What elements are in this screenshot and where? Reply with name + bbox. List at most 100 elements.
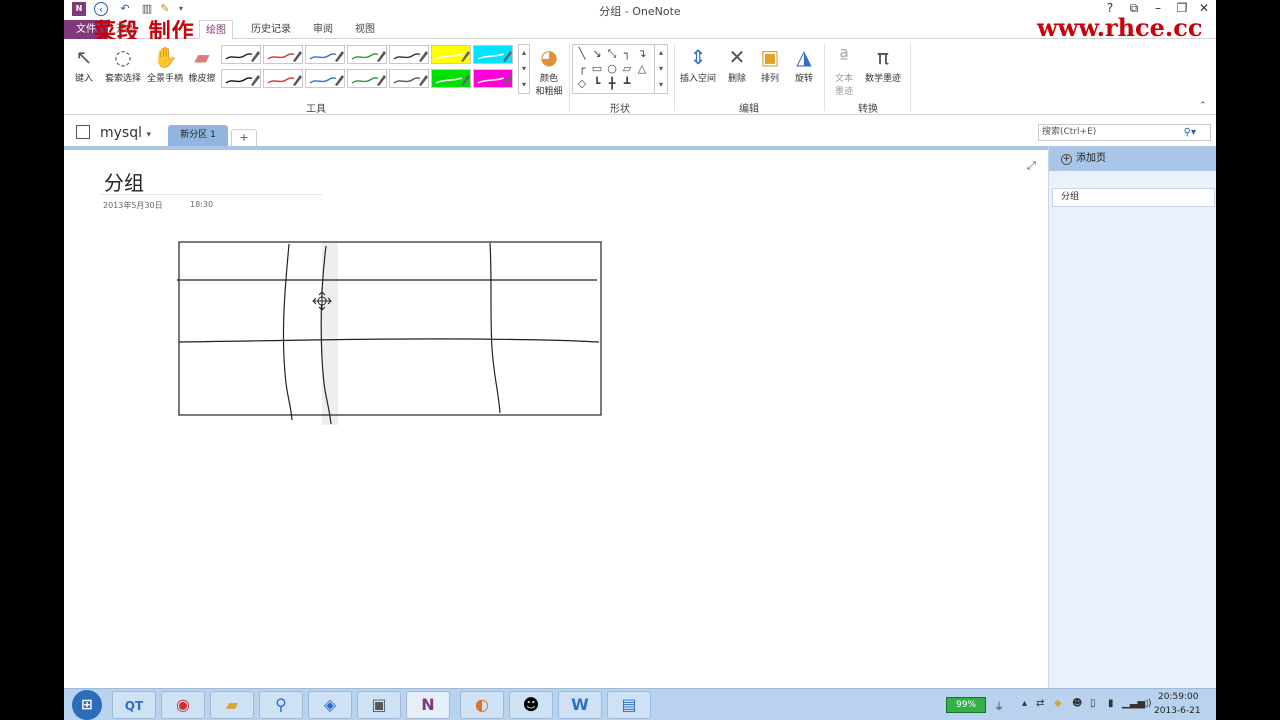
pen-swatch[interactable] <box>305 45 345 64</box>
diamond-shape-icon[interactable]: ◇ <box>575 77 589 90</box>
qq-penguin-icon: ☻ <box>522 695 540 714</box>
taskbar-app-chrome[interactable]: ◉ <box>161 691 205 719</box>
type-button[interactable]: ↖ 键入 <box>68 45 100 84</box>
math-ink-label: 数学墨迹 <box>864 74 901 84</box>
bent-line-shape-icon[interactable]: ┐ <box>620 47 634 60</box>
pen-swatch[interactable] <box>389 45 429 64</box>
taskbar-app-explorer[interactable]: ▰ <box>210 691 254 719</box>
bent-arrow-shape-icon[interactable]: ↴ <box>635 47 649 60</box>
clock-date[interactable]: 2013-6-21 <box>1154 706 1201 716</box>
onenote-icon: N <box>421 695 435 714</box>
highlighter-swatch[interactable] <box>473 45 513 64</box>
parallelogram-shape-icon[interactable]: ▱ <box>620 62 634 75</box>
notebook-name-text: mysql <box>100 125 142 141</box>
search-input[interactable]: 搜索(Ctrl+E) ⚲▾ <box>1038 124 1211 141</box>
type-label: 键入 <box>74 74 93 84</box>
ink-drawing[interactable] <box>174 238 604 428</box>
ink-rectangle <box>178 241 602 416</box>
corner-shape-icon[interactable]: ┌ <box>575 62 589 75</box>
notebook-name[interactable]: mysql ▾ <box>100 125 151 141</box>
folder-icon: ▰ <box>225 695 239 714</box>
shapes-gallery: ╲ ↘ ⤡ ┐ ↴ ┌ ▭ ○ ▱ △ ◇ ┗ ╋ ┻ ▴ ▾ ▾ <box>572 44 668 94</box>
tab-history[interactable]: 历史记录 <box>245 20 297 39</box>
tab-review[interactable]: 审阅 <box>307 20 339 39</box>
tab-view[interactable]: 视图 <box>349 20 381 39</box>
tray-qq-icon[interactable]: ☻ <box>1072 698 1082 709</box>
color-thickness-button[interactable]: ◕ 颜色 和粗细 <box>532 45 566 97</box>
pen-swatch[interactable] <box>305 69 345 88</box>
pen-swatch[interactable] <box>263 69 303 88</box>
onenote-window: N ‹ ↶ ▥ ✎ ▾ 分组 - OneNote ? ⧉ – ❐ ✕ 文件 开始… <box>64 0 1216 720</box>
section-tab-1[interactable]: 新分区 1 <box>168 125 228 146</box>
page-canvas[interactable]: 分组 2013年5月30日 18:30 ⤢ <box>64 150 1048 688</box>
axis-3-shape-icon[interactable]: ┻ <box>620 77 634 90</box>
taskbar-app-onenote[interactable]: N <box>406 691 450 719</box>
page-list-item[interactable]: 分组 <box>1052 188 1215 207</box>
taskbar-app-qq[interactable]: ☻ <box>509 691 553 719</box>
line-shape-icon[interactable]: ╲ <box>575 47 589 60</box>
pen-swatch[interactable] <box>221 69 261 88</box>
triangle-shape-icon[interactable]: △ <box>635 62 649 75</box>
pen-swatch[interactable] <box>221 45 261 64</box>
rectangle-shape-icon[interactable]: ▭ <box>590 62 604 75</box>
add-page-label: 添加页 <box>1076 153 1106 164</box>
full-page-view-icon[interactable]: ⤢ <box>1027 159 1036 173</box>
taskbar-app-recorder[interactable]: ▣ <box>357 691 401 719</box>
pen-swatch[interactable] <box>263 45 303 64</box>
lasso-select-button[interactable]: ◌ 套索选择 <box>100 45 146 84</box>
highlighter-swatch[interactable] <box>431 45 471 64</box>
pan-hand-button[interactable]: ✋ 全景手柄 <box>144 45 186 84</box>
clock-time[interactable]: 20:59:00 <box>1158 692 1198 702</box>
ribbon-draw: ↖ 键入 ◌ 套索选择 ✋ 全景手柄 ▰ 橡皮擦 ▴ ▾ ▾ ◕ 颜色 和粗细 工具… <box>64 39 1216 115</box>
ink-to-text-label-1: 文本 <box>834 74 853 84</box>
volume-icon[interactable]: ◁) <box>1140 698 1152 709</box>
start-button[interactable]: ⊞ <box>72 690 102 720</box>
pen-swatch[interactable] <box>347 45 387 64</box>
delete-label: 删除 <box>727 74 746 84</box>
notebook-bar: mysql ▾ 新分区 1 + 搜索(Ctrl+E) ⚲▾ <box>64 116 1216 146</box>
collapse-ribbon-icon[interactable]: ⌃ <box>1199 101 1207 111</box>
virtualbox-icon: ◈ <box>323 695 337 714</box>
shapes-scroll[interactable]: ▴ ▾ ▾ <box>654 45 667 93</box>
title-underline <box>100 194 322 195</box>
highlighter-swatch[interactable] <box>431 69 471 88</box>
double-arrow-shape-icon[interactable]: ⤡ <box>605 47 619 61</box>
insert-space-button[interactable]: ⇕ 插入空间 <box>676 45 720 84</box>
ellipse-shape-icon[interactable]: ○ <box>605 62 619 75</box>
tray-network-icon[interactable]: ⇄ <box>1036 698 1044 709</box>
taskbar-app-remote[interactable]: ▤ <box>607 691 651 719</box>
axis-2-shape-icon[interactable]: ╋ <box>605 77 619 90</box>
taskbar-app-qt[interactable]: QT <box>112 691 156 719</box>
arrange-label: 排列 <box>760 74 779 84</box>
page-time: 18:30 <box>190 200 214 209</box>
delete-button[interactable]: ✕ 删除 <box>722 45 752 84</box>
tray-app-icon[interactable]: ◆ <box>1054 698 1062 709</box>
battery-indicator[interactable]: 99% <box>946 697 986 713</box>
pen-swatch[interactable] <box>347 69 387 88</box>
add-section-button[interactable]: + <box>231 129 257 146</box>
pen-swatch[interactable] <box>389 69 429 88</box>
rotate-button[interactable]: ◮ 旋转 <box>788 45 820 84</box>
eraser-icon: ▰ <box>194 45 210 69</box>
arrange-button[interactable]: ▣ 排列 <box>754 45 786 84</box>
search-icon[interactable]: ⚲▾ <box>1184 125 1196 140</box>
highlighter-swatch[interactable] <box>473 69 513 88</box>
taskbar-app-virtualbox[interactable]: ◈ <box>308 691 352 719</box>
tray-usb-icon[interactable]: ▯ <box>1090 698 1096 709</box>
eraser-button[interactable]: ▰ 橡皮擦 <box>186 45 218 84</box>
taskbar-app-word[interactable]: W <box>558 691 602 719</box>
color-label-1: 颜色 <box>539 74 558 84</box>
ink-to-text-button[interactable]: ª 文本 墨迹 <box>828 45 860 97</box>
page-title[interactable]: 分组 <box>104 167 144 196</box>
taskbar-app-search[interactable]: ⚲ <box>259 691 303 719</box>
tab-draw[interactable]: 绘图 <box>199 20 233 40</box>
math-ink-button[interactable]: π 数学墨迹 <box>860 45 906 84</box>
tray-security-icon[interactable]: ▮ <box>1108 698 1114 709</box>
pen-gallery-scroll[interactable]: ▴ ▾ ▾ <box>518 44 530 94</box>
power-plug-icon[interactable]: ⏚ <box>994 698 1004 713</box>
axis-shape-icon[interactable]: ┗ <box>590 77 604 90</box>
add-page-button[interactable]: + 添加页 <box>1049 146 1216 171</box>
show-hidden-icons-icon[interactable]: ▴ <box>1022 698 1027 709</box>
arrow-shape-icon[interactable]: ↘ <box>590 47 604 60</box>
taskbar-app-firefox[interactable]: ◐ <box>460 691 504 719</box>
